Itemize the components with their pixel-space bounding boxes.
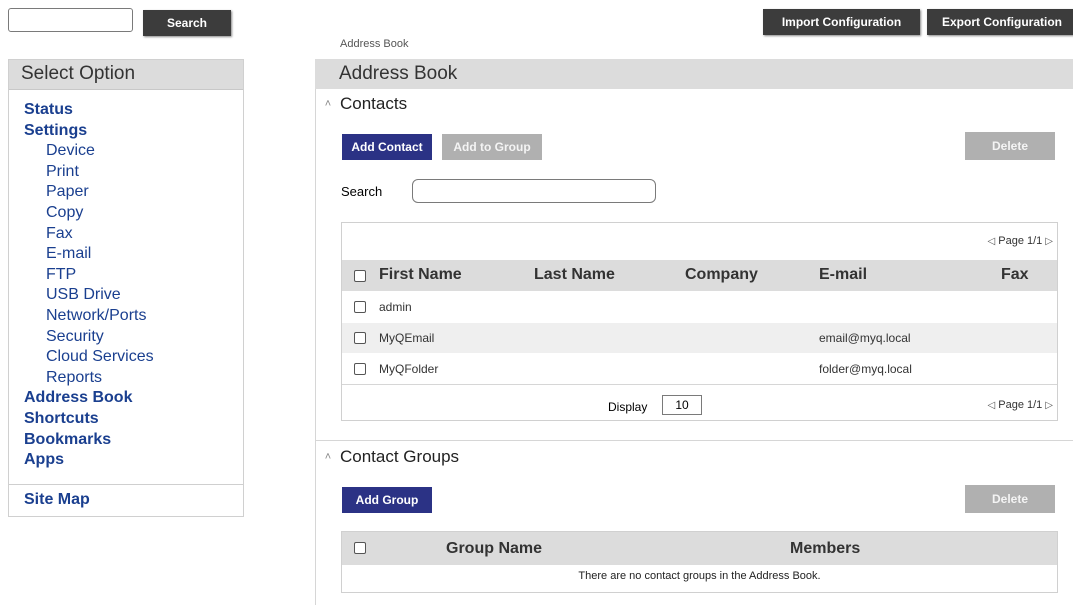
contact-groups-section-header: ˄ Contact Groups	[322, 447, 459, 467]
sidebar-item-site-map[interactable]: Site Map	[24, 491, 90, 509]
row-checkbox[interactable]	[354, 301, 366, 313]
export-configuration-button[interactable]: Export Configuration	[927, 9, 1073, 35]
sidebar-item-paper[interactable]: Paper	[9, 182, 243, 203]
add-to-group-button[interactable]: Add to Group	[442, 134, 542, 160]
select-all-groups-checkbox[interactable]	[354, 542, 366, 554]
import-configuration-button[interactable]: Import Configuration	[763, 9, 920, 35]
top-search-button[interactable]: Search	[143, 10, 231, 36]
contacts-table: ◁ Page 1/1 ▷ First Name Last Name Compan…	[341, 222, 1058, 421]
sidebar-item-ftp[interactable]: FTP	[9, 265, 243, 286]
contacts-section-header: ˄ Contacts	[322, 94, 407, 114]
groups-table: Group Name Members There are no contact …	[341, 531, 1058, 593]
sidebar-item-print[interactable]: Print	[9, 162, 243, 183]
sidebar-item-copy[interactable]: Copy	[9, 203, 243, 224]
table-row[interactable]: MyQEmail email@myq.local	[342, 323, 1057, 353]
main-left-border	[315, 60, 316, 605]
cell-first-name: MyQEmail	[379, 331, 435, 345]
table-row[interactable]: MyQFolder folder@myq.local	[342, 354, 1057, 384]
groups-empty-message: There are no contact groups in the Addre…	[578, 570, 821, 582]
column-last-name[interactable]: Last Name	[534, 266, 615, 284]
column-members[interactable]: Members	[790, 540, 860, 558]
sidebar-item-device[interactable]: Device	[9, 141, 243, 162]
pager-label: Page 1/1	[998, 235, 1043, 247]
select-all-checkbox[interactable]	[354, 270, 366, 282]
row-checkbox[interactable]	[354, 332, 366, 344]
sidebar-item-address-book[interactable]: Address Book	[9, 388, 243, 409]
cell-first-name: MyQFolder	[379, 362, 439, 376]
sidebar-item-status[interactable]: Status	[9, 100, 243, 121]
row-checkbox[interactable]	[354, 363, 366, 375]
column-email[interactable]: E-mail	[819, 266, 867, 284]
section-divider	[316, 440, 1073, 441]
collapse-chevron-icon[interactable]: ˄	[322, 451, 334, 463]
next-page-icon[interactable]: ▷	[1045, 236, 1053, 247]
contacts-table-header: First Name Last Name Company E-mail Fax	[342, 260, 1057, 291]
sidebar: Select Option Status Settings Device Pri…	[8, 59, 244, 517]
contacts-title: Contacts	[340, 94, 408, 113]
cell-first-name: admin	[379, 300, 412, 314]
page-title: Address Book	[315, 59, 1073, 89]
add-group-button[interactable]: Add Group	[342, 487, 432, 513]
sidebar-item-cloud-services[interactable]: Cloud Services	[9, 347, 243, 368]
sidebar-item-reports[interactable]: Reports	[9, 368, 243, 389]
sidebar-item-bookmarks[interactable]: Bookmarks	[9, 430, 243, 451]
sidebar-item-email[interactable]: E-mail	[9, 244, 243, 265]
cell-email: folder@myq.local	[819, 362, 912, 376]
delete-groups-button[interactable]: Delete	[965, 485, 1055, 513]
prev-page-icon[interactable]: ◁	[988, 400, 996, 411]
pager-bottom: ◁ Page 1/1 ▷	[988, 399, 1053, 411]
sidebar-item-shortcuts[interactable]: Shortcuts	[9, 409, 243, 430]
add-contact-button[interactable]: Add Contact	[342, 134, 432, 160]
table-footer-divider	[342, 384, 1057, 385]
pager-label: Page 1/1	[998, 399, 1043, 411]
sidebar-item-network-ports[interactable]: Network/Ports	[9, 306, 243, 327]
contact-search-label: Search	[341, 184, 383, 199]
breadcrumb: Address Book	[340, 38, 409, 50]
sidebar-item-security[interactable]: Security	[9, 327, 243, 348]
cell-email: email@myq.local	[819, 331, 911, 345]
display-count-select[interactable]: 10	[662, 395, 702, 415]
column-company[interactable]: Company	[685, 266, 758, 284]
contact-groups-title: Contact Groups	[340, 447, 460, 466]
sidebar-item-usb-drive[interactable]: USB Drive	[9, 285, 243, 306]
sidebar-nav: Status Settings Device Print Paper Copy …	[9, 100, 243, 471]
top-search-input[interactable]	[8, 8, 133, 32]
column-fax[interactable]: Fax	[1001, 266, 1029, 284]
contact-search-input[interactable]	[412, 179, 656, 203]
next-page-icon[interactable]: ▷	[1045, 400, 1053, 411]
sidebar-divider	[9, 484, 243, 485]
sidebar-item-fax[interactable]: Fax	[9, 224, 243, 245]
column-first-name[interactable]: First Name	[379, 266, 462, 284]
sidebar-item-settings[interactable]: Settings	[9, 121, 243, 142]
groups-table-header: Group Name Members	[342, 532, 1057, 565]
display-label: Display	[608, 400, 648, 414]
sidebar-item-apps[interactable]: Apps	[9, 450, 243, 471]
pager-top: ◁ Page 1/1 ▷	[988, 235, 1053, 247]
collapse-chevron-icon[interactable]: ˄	[322, 98, 334, 110]
delete-contacts-button[interactable]: Delete	[965, 132, 1055, 160]
column-group-name[interactable]: Group Name	[446, 540, 542, 558]
sidebar-title: Select Option	[9, 60, 243, 90]
table-row[interactable]: admin	[342, 292, 1057, 322]
prev-page-icon[interactable]: ◁	[988, 236, 996, 247]
